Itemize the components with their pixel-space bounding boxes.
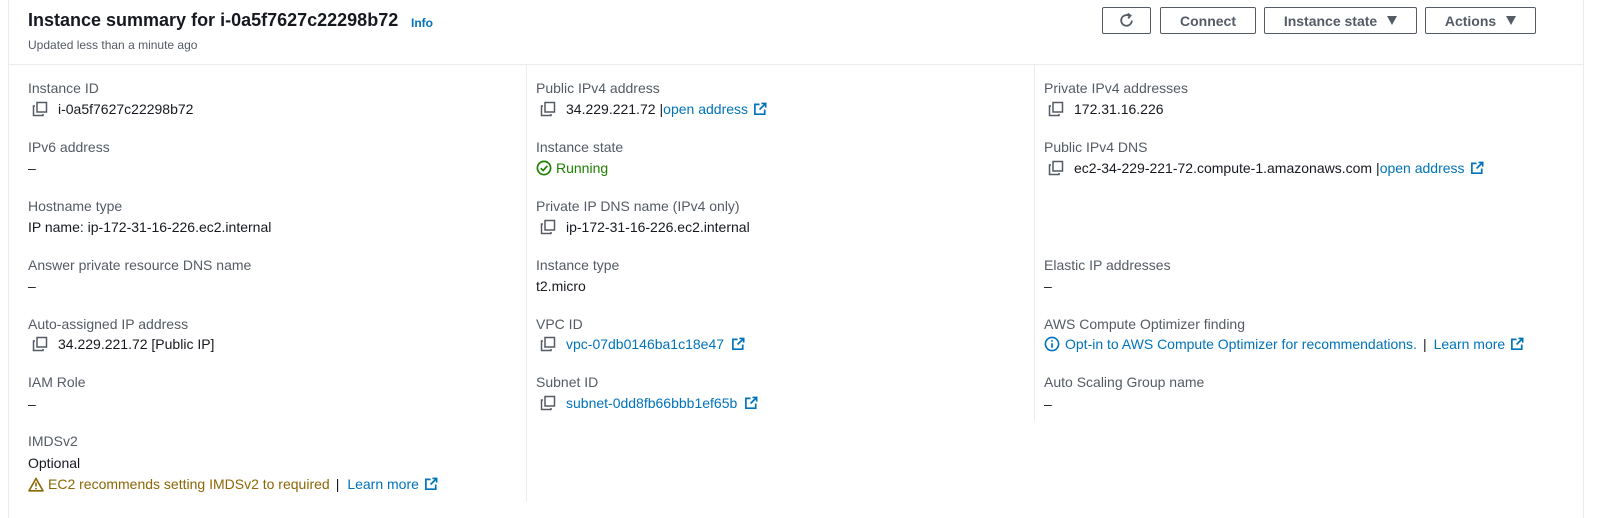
instance-type-value: t2.micro <box>536 278 586 294</box>
connect-button[interactable]: Connect <box>1160 7 1256 34</box>
instance-summary-panel: Instance summary for i-0a5f7627c22298b72… <box>8 0 1584 518</box>
actions-dropdown[interactable]: Actions <box>1425 7 1536 34</box>
instance-id-value: i-0a5f7627c22298b72 <box>28 101 193 117</box>
external-link-icon[interactable] <box>744 396 759 411</box>
instance-type-label: Instance type <box>536 257 620 273</box>
elastic-ip-label: Elastic IP addresses <box>1044 257 1171 273</box>
hostname-type-value: IP name: ip-172-31-16-226.ec2.internal <box>28 219 272 235</box>
public-ipv4-open-address-link[interactable]: open address <box>663 101 748 117</box>
private-dns-text: ip-172-31-16-226.ec2.internal <box>566 219 750 235</box>
instance-state-text: Running <box>556 160 609 176</box>
private-ipv4-text: 172.31.16.226 <box>1074 101 1164 117</box>
answer-dns-label: Answer private resource DNS name <box>28 257 252 273</box>
asg-name-value: – <box>1044 396 1052 412</box>
imdsv2-learn-more-link[interactable]: Learn more <box>347 476 419 492</box>
vpc-id-value: vpc-07db0146ba1c18e47 <box>536 336 746 352</box>
answer-dns-value: – <box>28 278 36 294</box>
instance-state-label: Instance state <box>1283 12 1378 29</box>
auto-ip-label: Auto-assigned IP address <box>28 316 189 332</box>
refresh-icon <box>1120 12 1133 27</box>
status-success-icon <box>536 160 552 176</box>
compute-optimizer-opt-in-link[interactable]: Opt-in to AWS Compute Optimizer for reco… <box>1065 336 1417 352</box>
external-link-icon[interactable] <box>424 477 439 492</box>
iam-role-value: – <box>28 396 36 412</box>
refresh-button[interactable] <box>1102 7 1151 34</box>
column-divider <box>1034 65 1035 421</box>
subnet-id-label: Subnet ID <box>536 374 599 390</box>
external-link-icon[interactable] <box>753 102 768 117</box>
private-ipv4-value: 172.31.16.226 <box>1044 101 1164 117</box>
public-ipv4-text: 34.229.221.72 <box>566 101 656 117</box>
imdsv2-warning: EC2 recommends setting IMDSv2 to require… <box>28 476 439 492</box>
imdsv2-warning-text: EC2 recommends setting IMDSv2 to require… <box>48 476 330 492</box>
page-title: Instance summary for i-0a5f7627c22298b72 <box>28 10 399 30</box>
ipv6-value: – <box>28 160 36 176</box>
info-link[interactable]: Info <box>411 16 433 30</box>
subnet-id-value: subnet-0dd8fb66bbb1ef65b <box>536 395 759 411</box>
panel-header: Instance summary for i-0a5f7627c22298b72… <box>9 0 1583 65</box>
separator: | <box>335 476 340 492</box>
compute-optimizer-label: AWS Compute Optimizer finding <box>1044 316 1245 332</box>
copy-icon[interactable] <box>540 219 556 235</box>
caret-down-icon <box>1506 16 1517 25</box>
actions-label: Actions <box>1444 12 1497 29</box>
external-link-icon[interactable] <box>731 337 746 352</box>
info-circle-icon <box>1044 336 1060 352</box>
ipv6-label: IPv6 address <box>28 139 110 155</box>
auto-ip-text: 34.229.221.72 [Public IP] <box>58 336 215 352</box>
compute-optimizer-value: Opt-in to AWS Compute Optimizer for reco… <box>1044 336 1525 352</box>
imdsv2-label: IMDSv2 <box>28 433 78 449</box>
public-ipv4-label: Public IPv4 address <box>536 80 660 96</box>
instance-id-text: i-0a5f7627c22298b72 <box>58 101 194 117</box>
hostname-type-label: Hostname type <box>28 198 123 214</box>
warning-icon <box>28 477 44 492</box>
copy-icon[interactable] <box>540 336 556 352</box>
instance-id-label: Instance ID <box>28 80 99 96</box>
vpc-id-link[interactable]: vpc-07db0146ba1c18e47 <box>566 336 724 352</box>
copy-icon[interactable] <box>1048 160 1064 176</box>
caret-down-icon <box>1387 16 1398 25</box>
public-dns-value: ec2-34-229-221-72.compute-1.amazonaws.co… <box>1044 160 1485 176</box>
instance-state-field-label: Instance state <box>536 139 624 155</box>
public-dns-open-address-link[interactable]: open address <box>1380 160 1465 176</box>
updated-timestamp: Updated less than a minute ago <box>28 38 198 52</box>
public-ipv4-value: 34.229.221.72 | open address <box>536 101 768 117</box>
external-link-icon[interactable] <box>1470 161 1485 176</box>
copy-icon[interactable] <box>32 101 48 117</box>
private-dns-value: ip-172-31-16-226.ec2.internal <box>536 219 750 235</box>
elastic-ip-value: – <box>1044 278 1052 294</box>
public-dns-label: Public IPv4 DNS <box>1044 139 1148 155</box>
private-dns-label: Private IP DNS name (IPv4 only) <box>536 198 740 214</box>
asg-name-label: Auto Scaling Group name <box>1044 374 1205 390</box>
vpc-id-label: VPC ID <box>536 316 583 332</box>
copy-icon[interactable] <box>540 101 556 117</box>
copy-icon[interactable] <box>1048 101 1064 117</box>
subnet-id-link[interactable]: subnet-0dd8fb66bbb1ef65b <box>566 395 737 411</box>
copy-icon[interactable] <box>540 395 556 411</box>
imdsv2-value: Optional <box>28 455 81 471</box>
compute-optimizer-learn-more-link[interactable]: Learn more <box>1434 336 1506 352</box>
public-dns-text: ec2-34-229-221-72.compute-1.amazonaws.co… <box>1074 160 1373 176</box>
auto-ip-value: 34.229.221.72 [Public IP] <box>28 336 214 352</box>
iam-role-label: IAM Role <box>28 374 86 390</box>
instance-state-value: Running <box>536 160 608 176</box>
copy-icon[interactable] <box>32 336 48 352</box>
instance-state-dropdown[interactable]: Instance state <box>1264 7 1417 34</box>
external-link-icon[interactable] <box>1510 337 1525 352</box>
separator: | <box>1422 336 1427 352</box>
column-divider <box>526 65 527 502</box>
private-ipv4-label: Private IPv4 addresses <box>1044 80 1188 96</box>
connect-button-label: Connect <box>1180 12 1236 29</box>
